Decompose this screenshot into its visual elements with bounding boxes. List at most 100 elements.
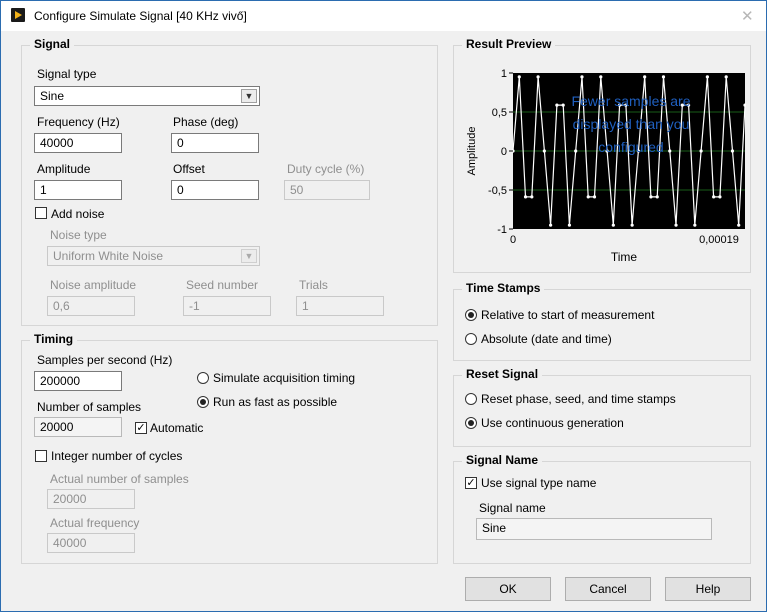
result-preview-title: Result Preview <box>462 37 556 51</box>
trials-label: Trials <box>299 278 328 292</box>
y-tick-label: 0 <box>501 146 507 158</box>
absolute-timestamp-radio[interactable] <box>465 333 477 345</box>
run-fast-label: Run as fast as possible <box>213 395 338 409</box>
add-noise-label: Add noise <box>51 207 105 221</box>
sample-point <box>580 75 584 79</box>
sample-point <box>737 223 741 227</box>
automatic-label: Automatic <box>150 421 204 435</box>
simulate-timing-label: Simulate acquisition timing <box>213 371 356 385</box>
dialog-window: Configure Simulate Signal [40 KHz vivő] … <box>0 0 767 612</box>
chevron-down-icon[interactable]: ▼ <box>241 89 257 103</box>
absolute-timestamp-label: Absolute (date and time) <box>481 332 612 346</box>
overlay-line-1: Fewer samples are <box>571 93 690 109</box>
sample-point <box>718 195 722 199</box>
duty-cycle-label: Duty cycle (%) <box>287 162 365 176</box>
x-tick-label: 0,00019 <box>699 234 739 246</box>
actual-frequency-field: 40000 <box>47 533 135 553</box>
sample-point <box>561 103 565 107</box>
sample-point <box>643 75 647 79</box>
sample-point <box>536 75 540 79</box>
sample-point <box>661 75 666 79</box>
sample-point <box>674 223 678 227</box>
signal-name-input[interactable]: Sine <box>476 518 712 540</box>
signal-type-value: Sine <box>40 89 65 103</box>
automatic-checkbox[interactable]: ✓ <box>135 422 147 434</box>
labview-play-icon <box>11 8 25 22</box>
offset-label: Offset <box>173 162 205 176</box>
actual-samples-field: 20000 <box>47 489 135 509</box>
sample-point <box>611 223 615 227</box>
sample-point <box>574 149 578 153</box>
signal-type-dropdown[interactable]: Sine ▼ <box>34 86 260 106</box>
noise-type-dropdown[interactable]: Uniform White Noise ▼ <box>47 246 260 266</box>
number-of-samples-label: Number of samples <box>37 400 142 414</box>
y-tick-label: -0,5 <box>488 185 507 197</box>
noise-type-value: Uniform White Noise <box>53 249 164 263</box>
cancel-button[interactable]: Cancel <box>565 577 651 601</box>
continuous-generation-radio[interactable] <box>465 417 477 429</box>
time-stamps-group: Time Stamps <box>453 281 751 361</box>
noise-type-label: Noise type <box>50 228 107 242</box>
number-of-samples-input[interactable]: 20000 <box>34 417 122 437</box>
sample-point <box>542 149 546 153</box>
ok-button[interactable]: OK <box>465 577 551 601</box>
sample-point <box>649 195 653 199</box>
relative-timestamp-label: Relative to start of measurement <box>481 308 655 322</box>
use-signal-type-name-checkbox[interactable]: ✓ <box>465 477 477 489</box>
sample-point <box>699 149 703 153</box>
actual-frequency-label: Actual frequency <box>50 516 140 530</box>
signal-type-label: Signal type <box>37 67 97 81</box>
sample-point <box>655 195 659 199</box>
seed-number-input[interactable]: -1 <box>183 296 271 316</box>
simulate-timing-radio[interactable] <box>197 372 209 384</box>
integer-cycles-checkbox[interactable] <box>35 450 47 462</box>
x-tick-label: 0 <box>510 234 516 246</box>
reset-signal-title: Reset Signal <box>462 367 543 381</box>
amplitude-input[interactable]: 1 <box>34 180 122 200</box>
offset-input[interactable]: 0 <box>171 180 259 200</box>
phase-input[interactable]: 0 <box>171 133 259 153</box>
sample-point <box>567 223 572 227</box>
overlay-line-2: displayed than you <box>573 116 690 132</box>
chevron-down-icon[interactable]: ▼ <box>241 249 257 263</box>
sample-point <box>549 223 553 227</box>
phase-label: Phase (deg) <box>173 115 239 129</box>
sample-point <box>724 75 728 79</box>
sample-point <box>668 149 672 153</box>
signal-name-title: Signal Name <box>462 453 543 467</box>
sample-point <box>530 195 534 199</box>
sample-point <box>592 195 597 199</box>
sample-point <box>705 75 709 79</box>
reset-phase-label: Reset phase, seed, and time stamps <box>481 392 676 406</box>
signal-group-title: Signal <box>30 37 75 51</box>
noise-amplitude-label: Noise amplitude <box>50 278 137 292</box>
frequency-input[interactable]: 40000 <box>34 133 122 153</box>
integer-cycles-label: Integer number of cycles <box>51 449 183 463</box>
x-axis-label: Time <box>611 250 638 264</box>
sample-point <box>555 103 559 107</box>
title-bar: Configure Simulate Signal [40 KHz vivő] … <box>1 1 766 31</box>
actual-samples-label: Actual number of samples <box>50 472 189 486</box>
close-icon[interactable]: ✕ <box>741 7 754 25</box>
duty-cycle-input[interactable]: 50 <box>284 180 370 200</box>
y-axis-label: Amplitude <box>466 127 478 176</box>
samples-per-second-input[interactable]: 200000 <box>34 371 122 391</box>
add-noise-checkbox[interactable] <box>35 207 47 219</box>
relative-timestamp-radio[interactable] <box>465 309 477 321</box>
reset-phase-radio[interactable] <box>465 393 477 405</box>
sample-point <box>523 195 528 199</box>
sample-point <box>693 223 697 227</box>
sample-point <box>599 75 603 79</box>
time-stamps-title: Time Stamps <box>462 281 545 295</box>
signal-name-label: Signal name <box>479 501 546 515</box>
help-button[interactable]: Help <box>665 577 751 601</box>
frequency-label: Frequency (Hz) <box>37 115 120 129</box>
noise-amplitude-input[interactable]: 0,6 <box>47 296 135 316</box>
sample-point <box>517 75 521 79</box>
preview-chart: 1 0,5 0 -0,5 -1 0 0,00019 Amplitude Time Fewe… <box>466 68 746 264</box>
seed-number-label: Seed number <box>186 278 259 292</box>
trials-input[interactable]: 1 <box>296 296 384 316</box>
dialog-client: Signal Signal type Sine ▼ Frequency (Hz)… <box>1 31 766 611</box>
sample-point <box>730 149 735 153</box>
run-fast-radio[interactable] <box>197 396 209 408</box>
